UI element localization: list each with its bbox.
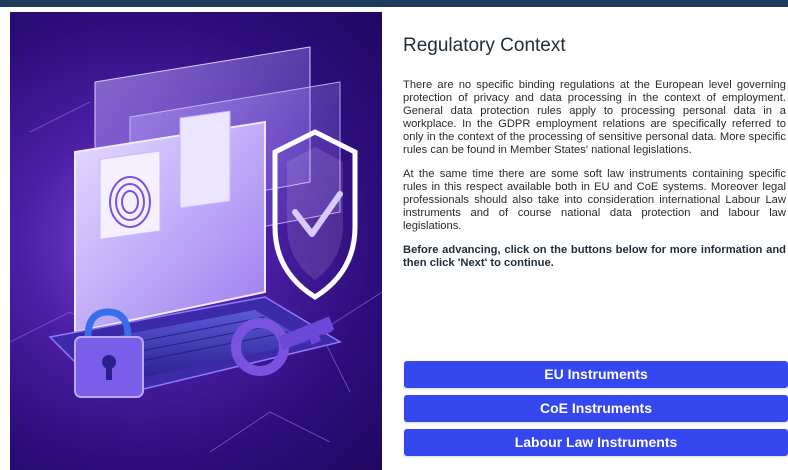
- instruction-text: Before advancing, click on the buttons b…: [403, 244, 786, 269]
- page-title: Regulatory Context: [403, 35, 566, 56]
- eu-instruments-button[interactable]: EU Instruments: [404, 361, 788, 388]
- coe-instruments-button[interactable]: CoE Instruments: [404, 395, 788, 422]
- paragraph-2: At the same time there are some soft law…: [403, 168, 786, 232]
- cybersecurity-illustration: [10, 12, 382, 470]
- paragraph-1: There are no specific binding regulation…: [403, 79, 786, 156]
- content-panel: Regulatory Context There are no specific…: [403, 35, 786, 281]
- top-bar: [0, 0, 788, 7]
- labour-law-instruments-button[interactable]: Labour Law Instruments: [404, 429, 788, 456]
- laptop-security-graphic: [10, 46, 382, 453]
